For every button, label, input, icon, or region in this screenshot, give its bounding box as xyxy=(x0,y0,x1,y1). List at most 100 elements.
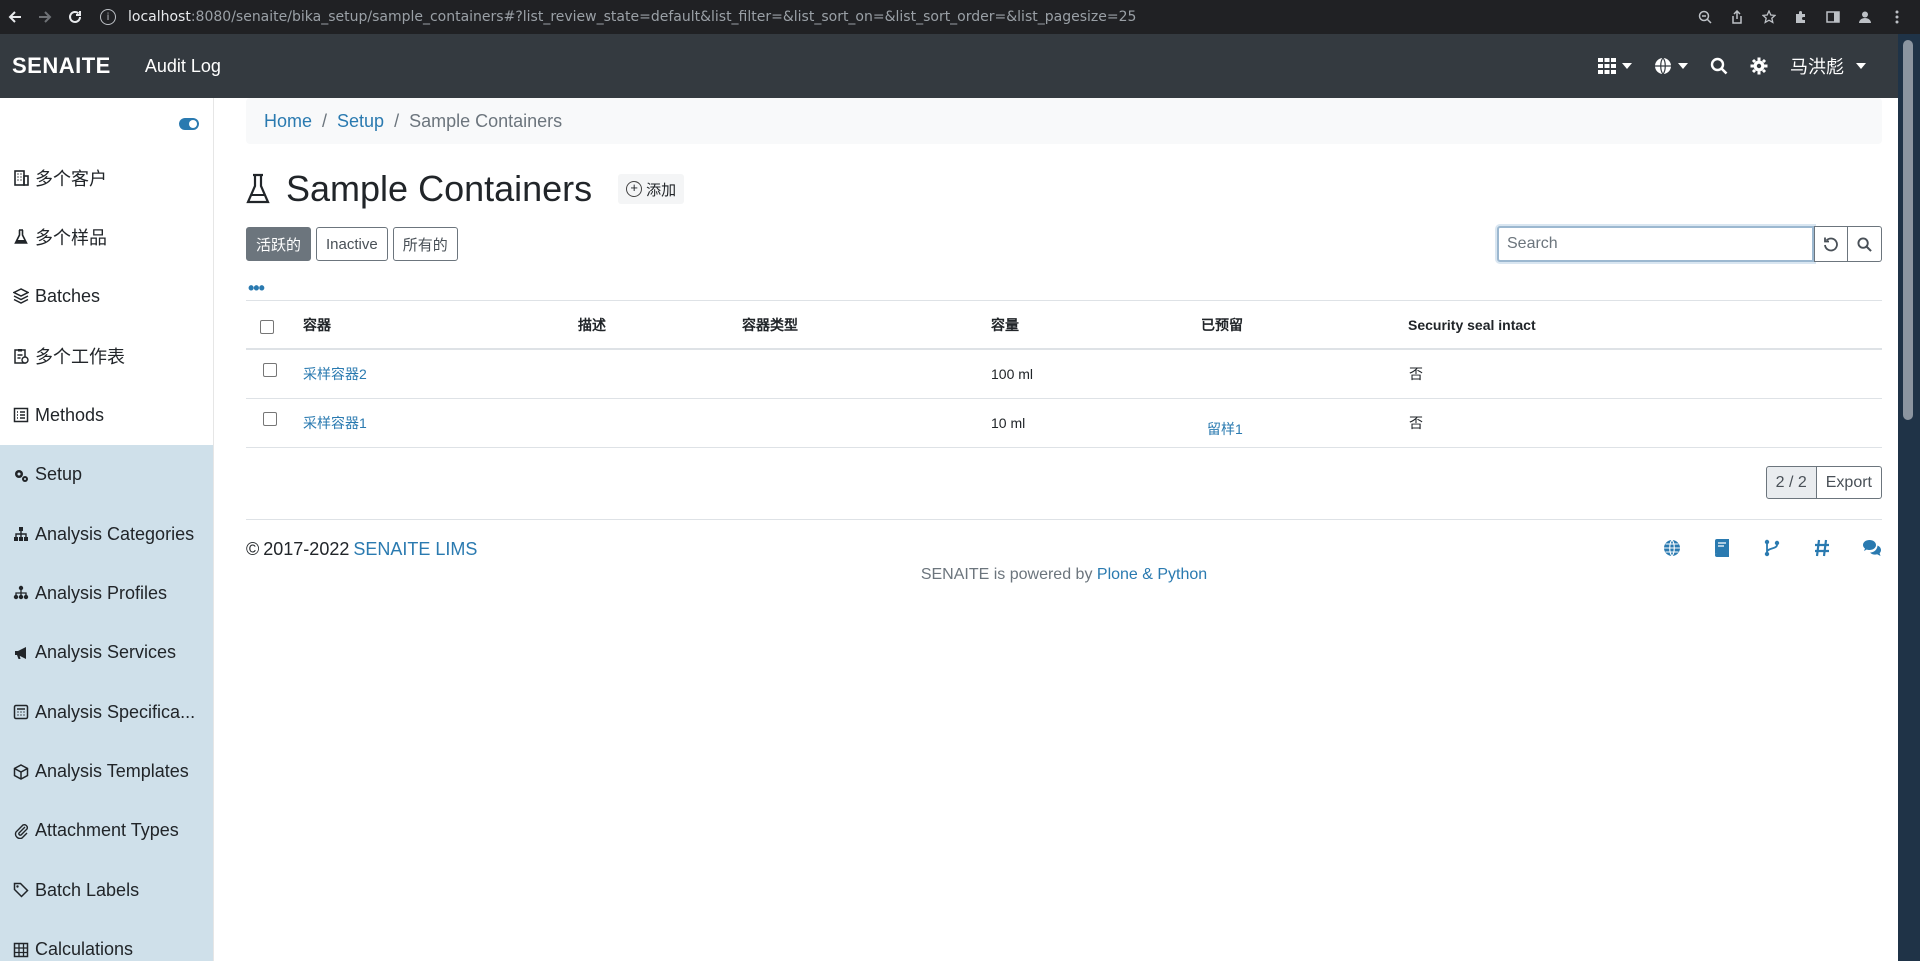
senaite-lims-link[interactable]: SENAITE LIMS xyxy=(353,539,477,560)
sidebar-item-calculations[interactable]: Calculations xyxy=(0,920,213,961)
export-button[interactable]: Export xyxy=(1816,466,1882,499)
site-info-icon[interactable]: i xyxy=(100,9,116,25)
add-button-label: 添加 xyxy=(646,181,677,199)
bookmark-star-icon[interactable] xyxy=(1760,8,1778,26)
extensions-icon[interactable] xyxy=(1792,8,1810,26)
sidebar-item-clients[interactable]: 多个客户 xyxy=(0,148,213,207)
book-icon[interactable] xyxy=(1712,538,1732,558)
plus-circle-icon: + xyxy=(626,181,643,197)
zoom-icon[interactable] xyxy=(1696,8,1714,26)
sidebar-toggle[interactable] xyxy=(179,118,199,130)
back-arrow-icon[interactable] xyxy=(0,2,30,32)
scrollbar-thumb[interactable] xyxy=(1903,40,1913,420)
chevron-down-icon xyxy=(1856,63,1866,69)
search-nav-button[interactable] xyxy=(1710,57,1728,75)
breadcrumb-separator: / xyxy=(322,110,328,131)
chevron-down-icon xyxy=(1678,63,1688,69)
paperclip-icon xyxy=(12,822,30,840)
page-count[interactable]: 2 / 2 xyxy=(1765,466,1817,499)
column-config-toggle[interactable]: ••• xyxy=(248,278,265,299)
apps-menu[interactable] xyxy=(1598,57,1632,75)
sidebar-item-label: Analysis Specifica... xyxy=(35,701,196,722)
sidebar-item-label: Analysis Profiles xyxy=(35,582,168,603)
globe-icon[interactable] xyxy=(1662,538,1682,558)
settings-button[interactable] xyxy=(1750,57,1768,75)
sidebar-item-label: Analysis Categories xyxy=(35,523,195,544)
user-menu[interactable]: 马洪彪 xyxy=(1790,53,1866,79)
sidebar-item-methods[interactable]: Methods xyxy=(0,386,213,445)
globe-icon xyxy=(1655,57,1671,75)
sidebar-item-analysis-services[interactable]: Analysis Services xyxy=(0,623,213,682)
column-header-container-type[interactable]: 容器类型 xyxy=(742,315,798,335)
column-header-container[interactable]: 容器 xyxy=(303,315,331,335)
code-branch-icon[interactable] xyxy=(1762,538,1782,558)
column-header-capacity[interactable]: 容量 xyxy=(991,315,1019,335)
sidebar-item-batch-labels[interactable]: Batch Labels xyxy=(0,861,213,920)
sidebar-item-analysis-profiles[interactable]: Analysis Profiles xyxy=(0,564,213,623)
column-header-description[interactable]: 描述 xyxy=(578,315,606,335)
sidebar-item-analysis-specifications[interactable]: Analysis Specifica... xyxy=(0,683,213,742)
sidebar-item-label: Attachment Types xyxy=(35,820,179,841)
container-link[interactable]: 采样容器1 xyxy=(303,413,367,433)
breadcrumb-setup[interactable]: Setup xyxy=(337,111,384,132)
top-navbar: SENAITE Audit Log 马洪彪 xyxy=(0,34,1898,98)
bullhorn-icon xyxy=(12,644,30,662)
review-state-filters: 活跃的 Inactive 所有的 xyxy=(246,227,458,261)
browser-menu-icon[interactable] xyxy=(1888,8,1906,26)
search-group xyxy=(1497,226,1882,262)
container-link[interactable]: 采样容器2 xyxy=(303,364,367,384)
forward-arrow-icon[interactable] xyxy=(30,2,60,32)
sidebar-item-analysis-categories[interactable]: Analysis Categories xyxy=(0,504,213,563)
prereserved-link[interactable]: 留样1 xyxy=(1207,419,1243,439)
sidebar: 多个客户 多个样品 Batches 多个工作表 Methods Setup An… xyxy=(0,98,214,961)
row-checkbox[interactable] xyxy=(263,363,277,377)
url-host: localhost xyxy=(128,9,191,25)
copyright-years: 2017-2022 xyxy=(263,539,350,559)
copyright-icon: © xyxy=(246,539,260,559)
reset-search-button[interactable] xyxy=(1814,226,1848,262)
select-all-checkbox[interactable] xyxy=(260,320,274,334)
footer-copyright: © 2017-2022 SENAITE LIMS xyxy=(246,539,477,560)
add-button[interactable]: + 添加 xyxy=(618,174,685,204)
filter-inactive-button[interactable]: Inactive xyxy=(316,227,388,261)
gear-icon xyxy=(1750,57,1768,75)
sidebar-item-setup[interactable]: Setup xyxy=(0,445,213,504)
share-icon[interactable] xyxy=(1728,8,1746,26)
sidebar-item-label: Batch Labels xyxy=(35,879,140,900)
column-header-prereserved[interactable]: 已预留 xyxy=(1201,315,1243,335)
audit-log-link[interactable]: Audit Log xyxy=(145,56,221,77)
sidebar-item-worksheets[interactable]: 多个工作表 xyxy=(0,326,213,385)
sidebar-item-analysis-templates[interactable]: Analysis Templates xyxy=(0,742,213,801)
filter-active-button[interactable]: 活跃的 xyxy=(246,227,312,261)
sidebar-item-label: 多个样品 xyxy=(35,228,107,249)
browser-toolbar: i localhost:8080/senaite/bika_setup/samp… xyxy=(0,0,1920,34)
profile-icon[interactable] xyxy=(1856,8,1874,26)
row-checkbox[interactable] xyxy=(263,412,277,426)
undo-icon xyxy=(1824,237,1838,252)
table-header-row: 容器 描述 容器类型 容量 已预留 Security seal intact xyxy=(246,300,1882,350)
sidebar-item-batches[interactable]: Batches xyxy=(0,267,213,326)
address-bar[interactable]: i localhost:8080/senaite/bika_setup/samp… xyxy=(100,4,1650,30)
reload-icon[interactable] xyxy=(60,2,90,32)
side-panel-icon[interactable] xyxy=(1824,8,1842,26)
layers-icon xyxy=(12,287,30,305)
sidebar-item-attachment-types[interactable]: Attachment Types xyxy=(0,801,213,860)
language-menu[interactable] xyxy=(1654,57,1688,75)
url-path: :8080/senaite/bika_setup/sample_containe… xyxy=(190,9,1137,25)
comments-icon[interactable] xyxy=(1862,538,1882,558)
page-scrollbar[interactable] xyxy=(1898,34,1920,961)
sidebar-item-samples[interactable]: 多个样品 xyxy=(0,207,213,266)
hashtag-icon[interactable] xyxy=(1812,538,1832,558)
sidebar-item-label: Setup xyxy=(35,464,83,485)
sitemap-icon xyxy=(12,525,30,543)
search-input[interactable] xyxy=(1497,226,1814,262)
powered-by-text: SENAITE is powered by xyxy=(920,566,1093,583)
filter-all-button[interactable]: 所有的 xyxy=(392,227,458,261)
column-header-security-seal[interactable]: Security seal intact xyxy=(1408,317,1536,333)
table-row: 采样容器2 100 ml 否 xyxy=(246,350,1882,399)
breadcrumb-home[interactable]: Home xyxy=(264,111,312,132)
plone-python-link[interactable]: Plone & Python xyxy=(1097,566,1207,583)
brand-logo[interactable]: SENAITE xyxy=(12,53,111,79)
search-submit-button[interactable] xyxy=(1848,226,1882,262)
breadcrumb-current: Sample Containers xyxy=(409,110,563,131)
